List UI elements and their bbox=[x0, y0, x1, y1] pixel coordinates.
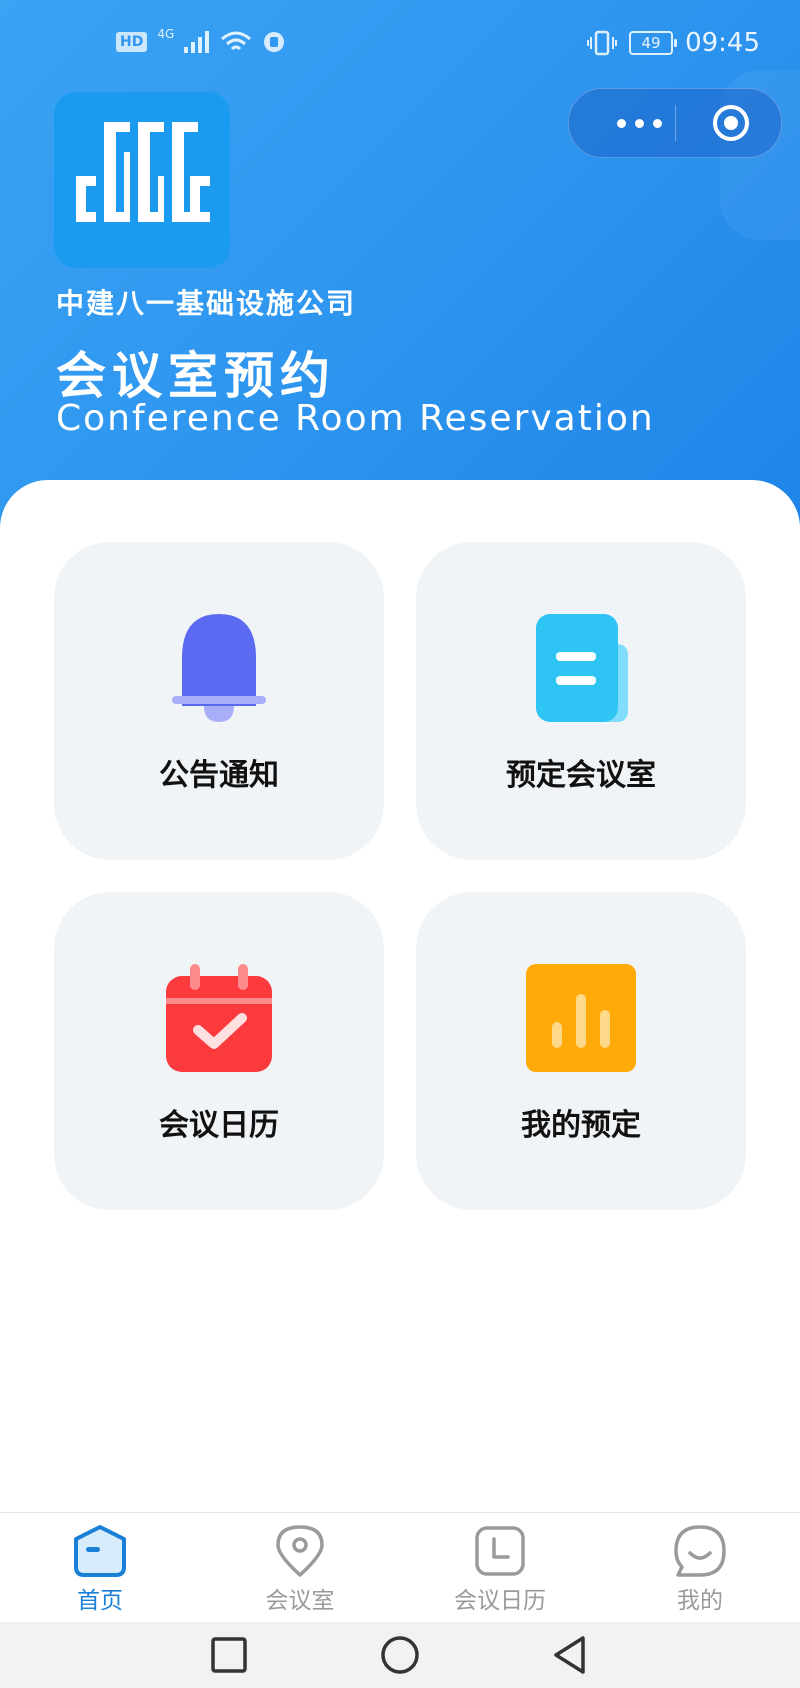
location-pin-icon bbox=[276, 1525, 324, 1577]
home-icon bbox=[74, 1525, 126, 1577]
system-nav-bar bbox=[0, 1622, 800, 1688]
tab-home[interactable]: 首页 bbox=[0, 1513, 200, 1623]
status-right: 49 09:45 bbox=[587, 28, 760, 58]
vpn-icon bbox=[264, 32, 285, 52]
card-meeting-calendar[interactable]: 会议日历 bbox=[54, 892, 384, 1210]
card-label: 我的预定 bbox=[521, 1108, 641, 1143]
calendar-check-icon bbox=[166, 964, 272, 1072]
circle-home-icon[interactable] bbox=[375, 1630, 425, 1680]
tab-label: 我的 bbox=[677, 1588, 723, 1614]
tab-calendar[interactable]: 会议日历 bbox=[400, 1513, 600, 1623]
status-time: 09:45 bbox=[685, 28, 760, 58]
tab-label: 会议日历 bbox=[454, 1588, 546, 1614]
calendar-icon bbox=[475, 1526, 525, 1576]
vibrate-icon bbox=[587, 30, 618, 56]
smiley-chat-icon bbox=[674, 1525, 726, 1577]
card-book-room[interactable]: 预定会议室 bbox=[416, 542, 746, 860]
tab-label: 首页 bbox=[77, 1588, 123, 1614]
card-label: 预定会议室 bbox=[506, 758, 656, 793]
bar-chart-icon bbox=[526, 964, 636, 1072]
header-banner: HD 4G 49 09:45 中建八一基础设施公司 会议室预约 Conferen… bbox=[0, 0, 800, 540]
tab-rooms[interactable]: 会议室 bbox=[200, 1513, 400, 1623]
signal-icon bbox=[184, 31, 210, 53]
battery-indicator: 49 bbox=[629, 31, 678, 55]
card-label: 公告通知 bbox=[159, 758, 279, 793]
card-my-bookings[interactable]: 我的预定 bbox=[416, 892, 746, 1210]
square-recent-icon[interactable] bbox=[204, 1630, 254, 1680]
card-announcements[interactable]: 公告通知 bbox=[54, 542, 384, 860]
more-dots-icon[interactable] bbox=[599, 89, 679, 157]
tab-mine[interactable]: 我的 bbox=[600, 1513, 800, 1623]
target-circle-icon[interactable] bbox=[711, 103, 751, 143]
page-subtitle: Conference Room Reservation bbox=[56, 398, 655, 439]
network-label: 4G bbox=[157, 27, 175, 41]
hd-badge: HD bbox=[116, 32, 148, 52]
bottom-tab-bar: 首页 会议室 会议日历 我的 bbox=[0, 1512, 800, 1623]
wifi-icon bbox=[221, 31, 252, 51]
cscec-logo-mark bbox=[76, 122, 210, 222]
miniprogram-capsule bbox=[568, 88, 782, 158]
triangle-back-icon[interactable] bbox=[546, 1630, 596, 1680]
status-left: HD 4G bbox=[116, 27, 286, 54]
status-bar: HD 4G 49 09:45 bbox=[0, 0, 800, 92]
capsule-divider bbox=[675, 105, 676, 141]
bell-icon bbox=[172, 614, 266, 722]
cscec-logo bbox=[54, 92, 230, 268]
company-name: 中建八一基础设施公司 bbox=[56, 287, 357, 320]
document-icon bbox=[536, 614, 628, 722]
card-label: 会议日历 bbox=[159, 1108, 279, 1143]
tab-label: 会议室 bbox=[265, 1588, 335, 1614]
